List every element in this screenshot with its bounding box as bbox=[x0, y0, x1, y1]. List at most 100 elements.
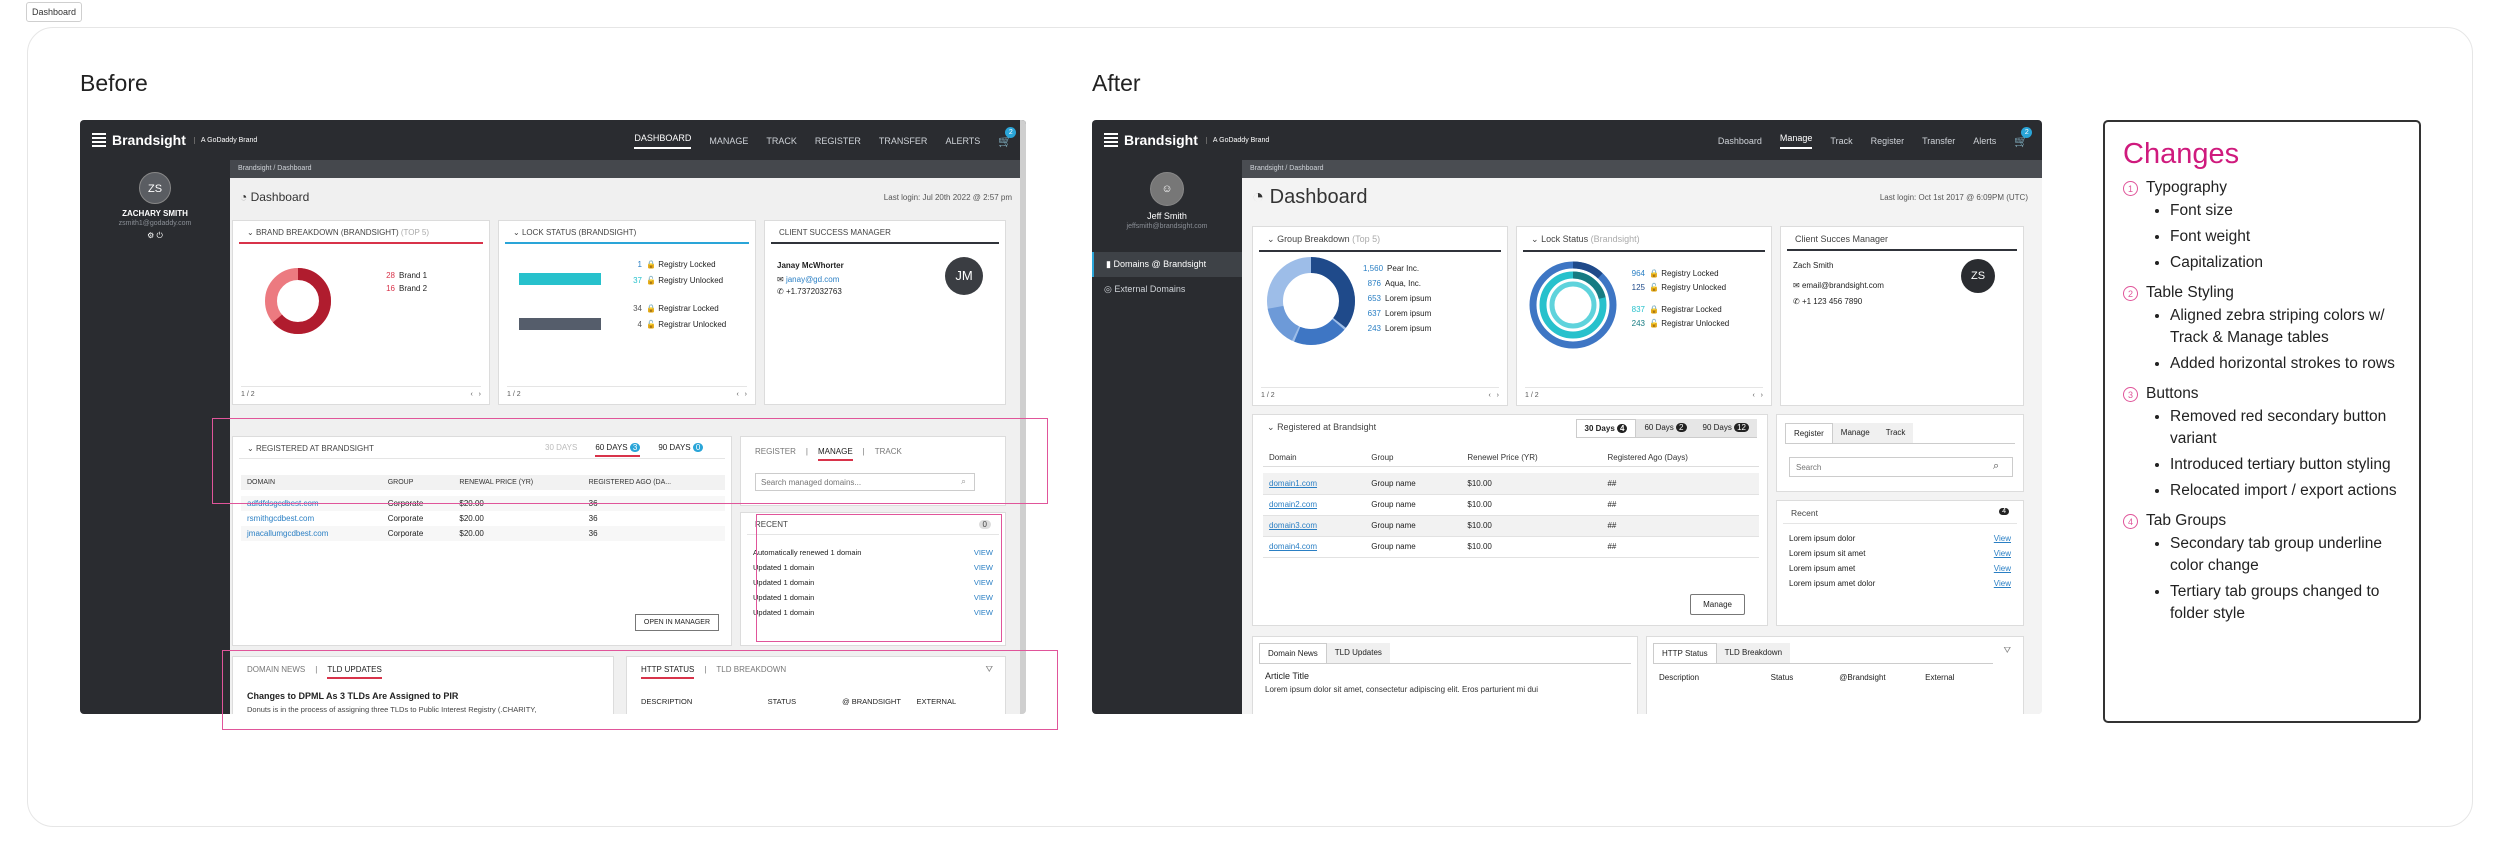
user-name: Jeff Smith bbox=[1147, 211, 1187, 221]
cart-icon[interactable]: 🛒 2 bbox=[998, 126, 1017, 148]
card-header: Client Succes Manager bbox=[1787, 227, 2017, 251]
logo-subtitle: A GoDaddy Brand bbox=[193, 136, 257, 144]
card-header: ⌄ Lock Status (Brandsight) bbox=[1523, 227, 1765, 252]
after-label: After bbox=[1092, 70, 1141, 96]
news-headline[interactable]: Article Title bbox=[1265, 671, 1309, 681]
tab-tld-updates[interactable]: TLD Updates bbox=[1326, 643, 1390, 663]
nav-track[interactable]: TRACK bbox=[766, 136, 797, 146]
cart-badge: 2 bbox=[1005, 126, 1017, 138]
search-icon[interactable]: ⌕ bbox=[1993, 460, 1999, 473]
csm-avatar: JM bbox=[945, 257, 983, 295]
tab-register[interactable]: Register bbox=[1785, 423, 1833, 443]
highlight-bottom-tabs bbox=[222, 650, 1058, 730]
tab-http-status[interactable]: HTTP Status bbox=[1653, 643, 1717, 663]
tab-track[interactable]: Track bbox=[1877, 423, 1914, 443]
tab-30-days[interactable]: 30 Days 4 bbox=[1575, 419, 1637, 437]
open-in-manager-button[interactable]: OPEN IN MANAGER bbox=[634, 614, 719, 631]
collapse-chevron-icon[interactable]: ⌄ bbox=[1267, 422, 1275, 432]
nav-dashboard[interactable]: Dashboard bbox=[1718, 136, 1762, 146]
cart-icon[interactable]: 🛒 2 bbox=[2014, 126, 2033, 148]
sidebar: ☺ Jeff Smith jeffsmith@brandsight.com ▮ … bbox=[1092, 160, 1242, 714]
col-group[interactable]: Group bbox=[1365, 449, 1461, 467]
pager: 1 / 2 ‹ › bbox=[1261, 387, 1499, 399]
brandsight-logo[interactable]: Brandsight A GoDaddy Brand bbox=[92, 132, 257, 148]
csm-email: ✉ janay@gd.com bbox=[777, 275, 840, 284]
pager-arrows-icon[interactable]: ‹ › bbox=[1489, 392, 1500, 399]
col-ago[interactable]: Registered Ago (Days) bbox=[1601, 449, 1759, 467]
table-row: domain2.com Group name $10.00 ## bbox=[1263, 494, 1759, 515]
tab-domain-news[interactable]: Domain News bbox=[1259, 643, 1327, 663]
breadcrumb: Brandsight / Dashboard bbox=[1242, 160, 2042, 178]
nav-transfer[interactable]: Transfer bbox=[1922, 136, 1955, 146]
list-item: Capitalization bbox=[2170, 252, 2263, 274]
legend-item: 653 Lorem ipsum bbox=[1367, 294, 1432, 303]
nav-transfer[interactable]: TRANSFER bbox=[879, 136, 928, 146]
http-table-header: Description Status @Brandsight External bbox=[1659, 673, 1955, 682]
bar-registry-locked bbox=[519, 273, 601, 285]
change-list: Removed red secondary button variant Int… bbox=[2170, 406, 2401, 502]
pager-arrows-icon[interactable]: ‹ › bbox=[737, 391, 748, 398]
section-title: Tab Groups bbox=[2146, 512, 2227, 529]
filter-icon[interactable]: ⛛ bbox=[2003, 645, 2011, 656]
group-donut-chart bbox=[1267, 257, 1355, 345]
collapse-chevron-icon[interactable]: ⌄ bbox=[247, 228, 254, 237]
tab-manage[interactable]: Manage bbox=[1832, 423, 1878, 443]
nav-register[interactable]: Register bbox=[1871, 136, 1905, 146]
nav-alerts[interactable]: ALERTS bbox=[945, 136, 980, 146]
main-nav: Dashboard Manage Track Register Transfer… bbox=[1718, 126, 2033, 149]
after-app: Brandsight A GoDaddy Brand Dashboard Mana… bbox=[1092, 120, 2042, 714]
number-badge: 3 bbox=[2123, 387, 2138, 402]
pager-arrows-icon[interactable]: ‹ › bbox=[1753, 392, 1764, 399]
logo-text: Brandsight bbox=[1124, 132, 1198, 148]
user-email: zsmith1@godaddy.com bbox=[118, 220, 192, 227]
folder-icon: ▮ bbox=[1106, 259, 1111, 269]
tab-tld-breakdown[interactable]: TLD Breakdown bbox=[1716, 643, 1791, 663]
card-header: Recent 4 bbox=[1783, 501, 2017, 524]
collapse-chevron-icon[interactable]: ⌄ bbox=[1531, 234, 1539, 244]
pager: 1 / 2 ‹ › bbox=[241, 386, 481, 398]
sidebar-item-domains-brandsight[interactable]: ▮ Domains @ Brandsight bbox=[1092, 252, 1242, 277]
dashboard-icon: ◔ bbox=[1252, 186, 1265, 208]
col-price[interactable]: Renewel Price (YR) bbox=[1461, 449, 1601, 467]
recent-card: Recent 4 Lorem ipsum dolor View Lorem ipsu… bbox=[1776, 500, 2024, 626]
avatar[interactable]: ZS bbox=[139, 172, 171, 204]
before-label: Before bbox=[80, 70, 148, 96]
power-icon[interactable]: ⏻ bbox=[157, 231, 163, 240]
highlight-recent bbox=[756, 514, 1002, 642]
section-title: Typography bbox=[2146, 179, 2227, 196]
manage-button[interactable]: Manage bbox=[1690, 594, 1745, 615]
list-item: Lorem ipsum amet View bbox=[1789, 564, 2011, 573]
avatar[interactable]: ☺ bbox=[1150, 172, 1184, 206]
user-photo-icon: ☺ bbox=[1161, 183, 1173, 195]
scrollbar[interactable] bbox=[1020, 120, 1026, 714]
pager-arrows-icon[interactable]: ‹ › bbox=[471, 391, 482, 398]
section-title: Table Styling bbox=[2146, 284, 2234, 301]
sidebar-item-external-domains[interactable]: ◎ External Domains bbox=[1092, 277, 1242, 302]
collapse-chevron-icon[interactable]: ⌄ bbox=[513, 228, 520, 237]
changes-panel: Changes 1 Typography Font size Font weig… bbox=[2103, 120, 2421, 723]
table-row: domain4.com Group name $10.00 ## bbox=[1263, 536, 1759, 557]
brandsight-logo[interactable]: Brandsight A GoDaddy Brand bbox=[1104, 132, 1269, 148]
lock-donut-chart bbox=[1529, 261, 1617, 349]
settings-gear-icon[interactable]: ⚙ bbox=[147, 231, 154, 240]
change-section-table-styling: 2 Table Styling Aligned zebra striping c… bbox=[2123, 284, 2401, 379]
mail-icon: ✉ bbox=[777, 275, 784, 284]
tab-60-days[interactable]: 60 Days 2 bbox=[1636, 419, 1695, 437]
nav-alerts[interactable]: Alerts bbox=[1973, 136, 1996, 146]
nav-register[interactable]: REGISTER bbox=[815, 136, 861, 146]
page-title: ◔ Dashboard bbox=[240, 190, 310, 204]
collapse-chevron-icon[interactable]: ⌄ bbox=[1267, 234, 1275, 244]
recent-list: Lorem ipsum dolor View Lorem ipsum sit am… bbox=[1789, 531, 2011, 591]
search-input[interactable] bbox=[1789, 457, 2013, 477]
col-domain[interactable]: Domain bbox=[1263, 449, 1365, 467]
nav-dashboard[interactable]: DASHBOARD bbox=[634, 133, 692, 149]
nav-track[interactable]: Track bbox=[1830, 136, 1852, 146]
legend-item: 37 🔓 Registry Unlocked bbox=[633, 276, 724, 285]
legend-item: 4 🔓 Registrar Unlocked bbox=[637, 320, 727, 329]
http-tabs: HTTP Status TLD Breakdown bbox=[1653, 643, 1993, 664]
csm-phone: ✆ +1.7372032763 bbox=[777, 287, 842, 296]
nav-manage[interactable]: Manage bbox=[1779, 133, 1813, 149]
nav-manage[interactable]: MANAGE bbox=[709, 136, 748, 146]
breadcrumb: Brandsight / Dashboard bbox=[230, 160, 1026, 178]
tab-90-days[interactable]: 90 Days 12 bbox=[1694, 419, 1757, 437]
